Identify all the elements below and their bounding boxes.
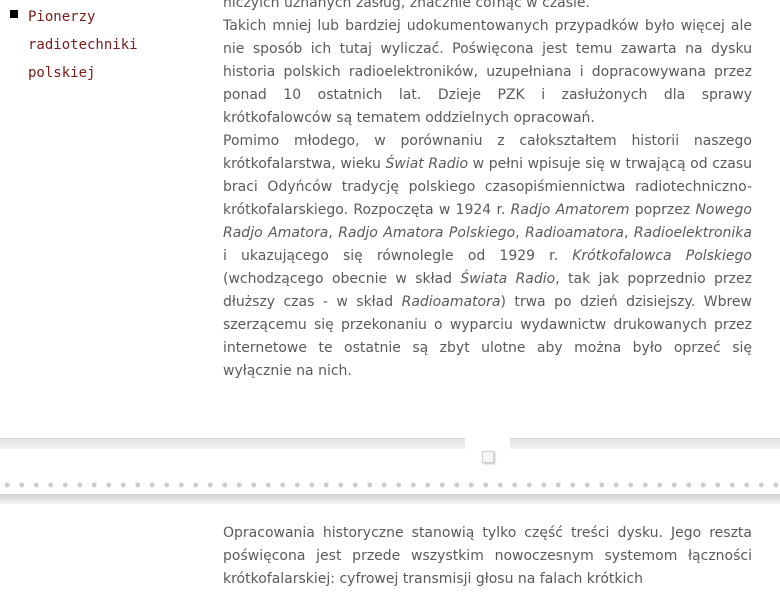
sidebar-menu: Pionerzy radiotechniki polskiej	[10, 3, 210, 87]
divider-band-top	[0, 438, 780, 451]
text-run: i ukazującego się równolegle od 1929 r.	[223, 248, 573, 264]
magazine-title: Krótkofalowca Polskiego	[572, 248, 752, 264]
square-ornament-icon	[482, 451, 494, 463]
magazine-title: Radjo Amatora Polskiego	[338, 225, 516, 241]
article-body-bottom: Opracowania historyczne stanowią tylko c…	[223, 522, 752, 591]
divider-notch	[465, 438, 510, 451]
sidebar-item-label-line: Pionerzy	[28, 9, 96, 25]
text-run: ,	[623, 225, 634, 241]
text-run: ,	[328, 225, 339, 241]
paragraph: niczyich uznanych zasług, znacznie cofną…	[223, 0, 590, 11]
magazine-title: Radioamatora	[525, 225, 624, 241]
section-divider	[0, 438, 780, 508]
sidebar-item-label-line: radiotechniki	[28, 37, 138, 53]
square-bullet-icon	[10, 10, 18, 18]
paragraph: Takich mniej lub bardziej udokumentowany…	[223, 18, 752, 126]
magazine-title: Radioamatora	[401, 294, 501, 310]
divider-band-bottom	[0, 494, 780, 504]
text-run: (wchodzącego obecnie w skład	[223, 271, 461, 287]
text-run: ,	[515, 225, 526, 241]
magazine-title: Świat Radio	[385, 156, 469, 172]
dotted-line-ornament	[0, 481, 780, 489]
sidebar-item-label-line: polskiej	[28, 65, 96, 81]
paragraph: Pomimo młodego, w porównaniu z całokszta…	[223, 130, 752, 383]
magazine-title: Radioelektronika	[633, 225, 752, 241]
paragraph: Opracowania historyczne stanowią tylko c…	[223, 525, 752, 587]
article-body-top: niczyich uznanych zasług, znacznie cofną…	[223, 0, 752, 383]
magazine-title: Świata Radio	[460, 271, 556, 287]
magazine-title: Radjo Amatorem	[510, 202, 630, 218]
text-run: poprzez	[629, 202, 696, 218]
sidebar-item-pionerzy[interactable]: Pionerzy radiotechniki polskiej	[10, 3, 210, 87]
sidebar-link-pionerzy[interactable]: Pionerzy radiotechniki polskiej	[28, 9, 138, 81]
